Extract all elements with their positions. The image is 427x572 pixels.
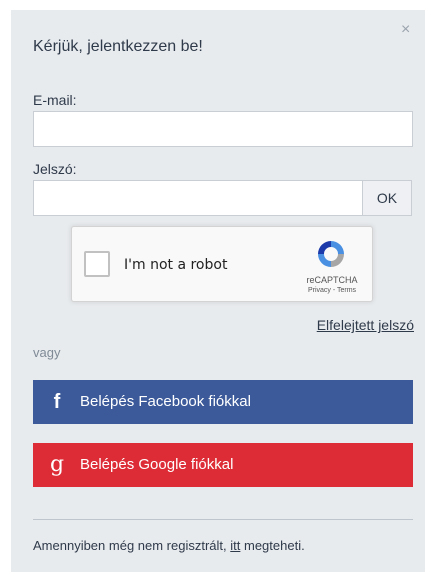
close-icon[interactable]: × [401, 22, 410, 38]
recaptcha-links: Privacy - Terms [302, 287, 362, 294]
recaptcha-widget: I'm not a robot reCAPTCHA Privacy - Term… [71, 226, 373, 302]
recaptcha-privacy-link[interactable]: Privacy [308, 287, 331, 294]
recaptcha-checkbox[interactable] [84, 251, 110, 277]
recaptcha-label: I'm not a robot [124, 257, 228, 273]
register-footer: Amennyiben még nem regisztrált, itt megt… [33, 538, 305, 553]
recaptcha-logo-icon [318, 241, 344, 267]
google-icon: g [49, 452, 65, 477]
dialog-title: Kérjük, jelentkezzen be! [33, 38, 203, 55]
recaptcha-terms-link[interactable]: Terms [337, 287, 356, 294]
recaptcha-brand: reCAPTCHA [306, 275, 358, 285]
facebook-login-button[interactable]: f Belépés Facebook fiókkal [33, 380, 413, 424]
forgot-password-link[interactable]: Elfelejtett jelszó [317, 317, 414, 333]
google-login-button[interactable]: g Belépés Google fiókkal [33, 443, 413, 487]
google-login-label: Belépés Google fiókkal [80, 456, 234, 473]
password-field[interactable] [33, 180, 363, 216]
facebook-login-label: Belépés Facebook fiókkal [80, 393, 251, 410]
register-link[interactable]: itt [230, 538, 240, 553]
ok-button[interactable]: OK [362, 180, 412, 216]
email-label: E-mail: [33, 92, 77, 108]
facebook-icon: f [53, 391, 61, 413]
or-separator-label: vagy [33, 345, 61, 360]
divider [33, 519, 413, 520]
email-field[interactable] [33, 111, 413, 147]
register-text-after: megteheti. [240, 538, 305, 553]
password-label: Jelszó: [33, 161, 77, 177]
register-text-before: Amennyiben még nem regisztrált, [33, 538, 231, 553]
